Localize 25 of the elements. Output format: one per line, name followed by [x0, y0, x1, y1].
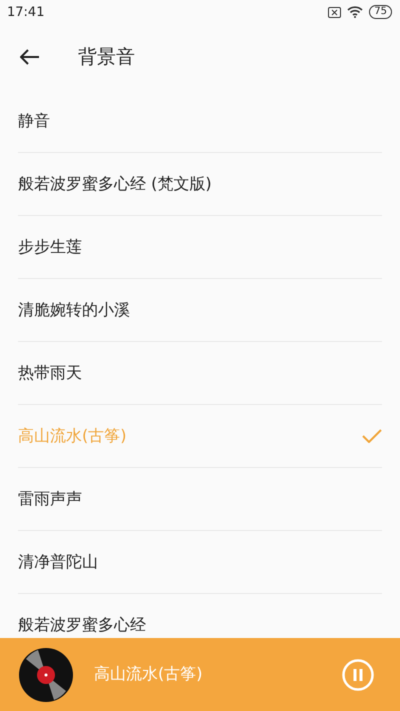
track-row[interactable]: 清脆婉转的小溪 [18, 279, 382, 342]
track-row[interactable]: 静音 [18, 90, 382, 153]
check-icon [362, 429, 382, 443]
track-name: 雷雨声声 [18, 488, 82, 510]
page-title: 背景音 [78, 45, 135, 70]
back-arrow-icon[interactable] [20, 49, 40, 65]
status-time: 17:41 [7, 4, 44, 20]
track-row[interactable]: 般若波罗蜜多心经 (梵文版) [18, 153, 382, 216]
track-name: 清脆婉转的小溪 [18, 300, 130, 320]
track-name: 热带雨天 [18, 362, 82, 384]
wifi-icon [347, 6, 364, 18]
track-row[interactable]: 步步生莲 [18, 216, 382, 279]
no-sim-icon [328, 6, 342, 18]
track-row[interactable]: 热带雨天 [18, 342, 382, 405]
track-name: 清净普陀山 [18, 552, 98, 572]
track-name: 般若波罗蜜多心经 [18, 614, 146, 636]
track-row[interactable]: 雷雨声声 [18, 468, 382, 531]
track-row[interactable]: 清净普陀山 [18, 531, 382, 594]
track-name: 高山流水(古筝) [18, 426, 126, 446]
vinyl-record-icon [18, 646, 74, 702]
track-name: 般若波罗蜜多心经 (梵文版) [18, 174, 212, 194]
track-name: 静音 [18, 110, 50, 132]
now-playing-title: 高山流水(古筝) [94, 664, 204, 685]
battery-level: 75 [369, 5, 392, 19]
track-name: 步步生莲 [18, 236, 82, 258]
